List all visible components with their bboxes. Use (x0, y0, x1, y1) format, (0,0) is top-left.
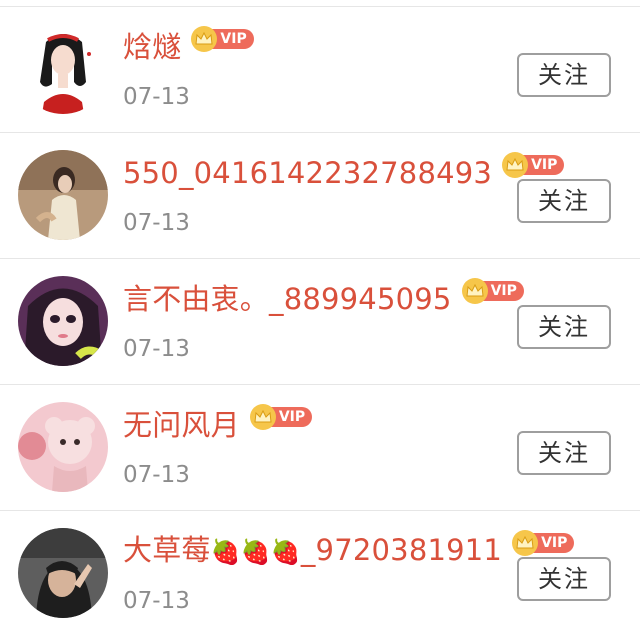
follow-button[interactable]: 关注 (517, 557, 611, 601)
vip-badge: VIP (249, 404, 313, 430)
vip-label: VIP (211, 29, 254, 49)
name-line: 无问风月 VIP (123, 404, 313, 445)
user-name[interactable]: 大草莓🍓🍓🍓_9720381911 (123, 530, 502, 572)
vip-label: VIP (269, 407, 313, 427)
vip-badge: VIP (502, 152, 565, 178)
avatar[interactable] (18, 528, 108, 618)
name-suffix: _9720381911 (300, 533, 503, 567)
list-item[interactable]: 言不由衷。_889945095 VIP 07-13 关注 (0, 258, 640, 384)
follow-button[interactable]: 关注 (517, 305, 611, 349)
date: 07-13 (123, 588, 190, 614)
strawberry-icon: 🍓🍓🍓 (210, 538, 301, 566)
name-prefix: 大草莓 (123, 533, 211, 567)
name-line: 550_0416142232788493 VIP (123, 152, 565, 193)
avatar[interactable] (18, 150, 108, 240)
avatar[interactable] (18, 402, 108, 492)
avatar[interactable] (18, 276, 108, 366)
date: 07-13 (123, 210, 190, 236)
list-item[interactable]: 焓燧 VIP 07-13 关注 (0, 6, 640, 132)
list-item[interactable]: 无问风月 VIP 07-13 关注 (0, 384, 640, 510)
follow-button[interactable]: 关注 (517, 179, 611, 223)
crown-icon (512, 530, 539, 556)
avatar[interactable] (18, 24, 108, 114)
vip-badge: VIP (512, 530, 575, 556)
crown-icon (502, 152, 529, 178)
follow-button[interactable]: 关注 (517, 53, 611, 97)
vip-badge: VIP (191, 26, 254, 52)
user-name[interactable]: 550_0416142232788493 (123, 153, 492, 193)
vip-label: VIP (532, 533, 575, 553)
follow-list: 焓燧 VIP 07-13 关注 550_0416142232788493 VIP… (0, 0, 640, 636)
user-name[interactable]: 无问风月 (123, 405, 240, 445)
list-item[interactable]: 550_0416142232788493 VIP 07-13 关注 (0, 132, 640, 258)
follow-button[interactable]: 关注 (517, 431, 611, 475)
name-line: 大草莓🍓🍓🍓_9720381911 VIP (123, 530, 575, 572)
user-name[interactable]: 焓燧 (123, 27, 181, 67)
vip-label: VIP (481, 281, 524, 301)
crown-icon (461, 278, 488, 304)
name-line: 言不由衷。_889945095 VIP (123, 278, 524, 319)
date: 07-13 (123, 84, 190, 110)
list-item[interactable]: 大草莓🍓🍓🍓_9720381911 VIP 07-13 关注 (0, 510, 640, 636)
vip-label: VIP (522, 155, 565, 175)
date: 07-13 (123, 336, 190, 362)
date: 07-13 (123, 462, 190, 488)
user-name[interactable]: 言不由衷。_889945095 (123, 279, 452, 319)
crown-icon (249, 404, 276, 430)
vip-badge: VIP (461, 278, 524, 304)
name-line: 焓燧 VIP (123, 26, 254, 67)
